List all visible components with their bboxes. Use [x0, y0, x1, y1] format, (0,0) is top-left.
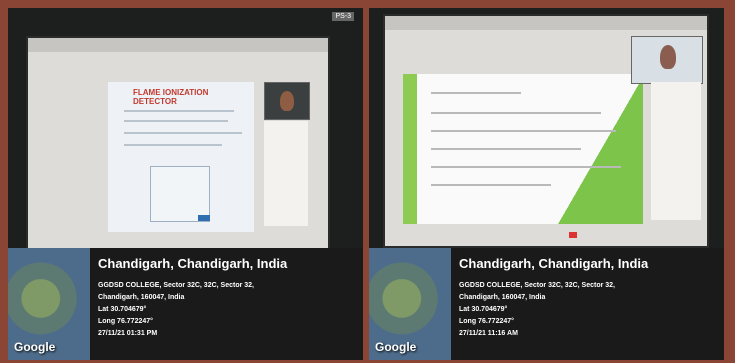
right-datetime: 27/11/21 11:16 AM [459, 330, 518, 337]
left-city: Chandigarh, Chandigarh, India [98, 256, 288, 271]
right-video-app-toolbar [385, 16, 707, 30]
right-location-overlay: Chandigarh, Chandigarh, India GGDSD COLL… [451, 248, 724, 360]
right-slide-text-line [431, 112, 601, 114]
left-slide-text-line [124, 132, 242, 134]
left-address-line-1: GGDSD COLLEGE, Sector 32C, 32C, Sector 3… [98, 282, 254, 289]
right-slide-text-line [431, 184, 551, 186]
left-video-app-toolbar [28, 38, 328, 52]
left-webcam-thumbnail [264, 82, 310, 120]
left-slide-text-line [124, 120, 228, 122]
left-latitude: Lat 30.704679° [98, 306, 147, 313]
right-participant-image [660, 45, 676, 69]
left-longitude: Long 76.772247° [98, 318, 153, 325]
left-slide-text-line [124, 144, 222, 146]
right-slide-text-line [431, 130, 616, 132]
right-slide-green-band [403, 74, 417, 224]
right-participants-panel [651, 82, 701, 220]
left-participants-panel [264, 121, 308, 226]
right-address-line-2: Chandigarh, 160047, India [459, 294, 546, 301]
left-location-overlay: Chandigarh, Chandigarh, India GGDSD COLL… [90, 248, 363, 360]
left-slide-title: FLAME IONIZATION DETECTOR [133, 88, 209, 106]
end-call-icon [569, 232, 577, 238]
right-webcam-thumbnail [631, 36, 703, 84]
left-slide-text-line [124, 110, 234, 112]
right-monitor-screen [383, 14, 709, 248]
slide-button-shape [198, 215, 210, 221]
left-datetime: 27/11/21 01:31 PM [98, 330, 158, 337]
left-google-logo: Google [14, 340, 56, 354]
right-latitude: Lat 30.704679° [459, 306, 508, 313]
left-slide: FLAME IONIZATION DETECTOR [108, 82, 254, 232]
right-photo: Google Chandigarh, Chandigarh, India GGD… [369, 8, 724, 360]
left-participant-image [280, 91, 294, 111]
right-slide [403, 74, 643, 224]
right-slide-text-line [431, 92, 521, 94]
left-monitor-screen: FLAME IONIZATION DETECTOR [26, 36, 330, 252]
right-address-line-1: GGDSD COLLEGE, Sector 32C, 32C, Sector 3… [459, 282, 615, 289]
left-photo: FLAME IONIZATION DETECTOR PS-3 Google Ch… [8, 8, 363, 360]
ps-badge: PS-3 [332, 12, 354, 21]
right-slide-text-line [431, 148, 581, 150]
right-map-thumbnail: Google [369, 248, 451, 360]
left-address-line-2: Chandigarh, 160047, India [98, 294, 185, 301]
right-longitude: Long 76.772247° [459, 318, 514, 325]
right-slide-text-line [431, 166, 621, 168]
flame-detector-diagram [150, 166, 210, 222]
right-city: Chandigarh, Chandigarh, India [459, 256, 649, 271]
left-map-thumbnail: Google [8, 248, 90, 360]
right-google-logo: Google [375, 340, 417, 354]
